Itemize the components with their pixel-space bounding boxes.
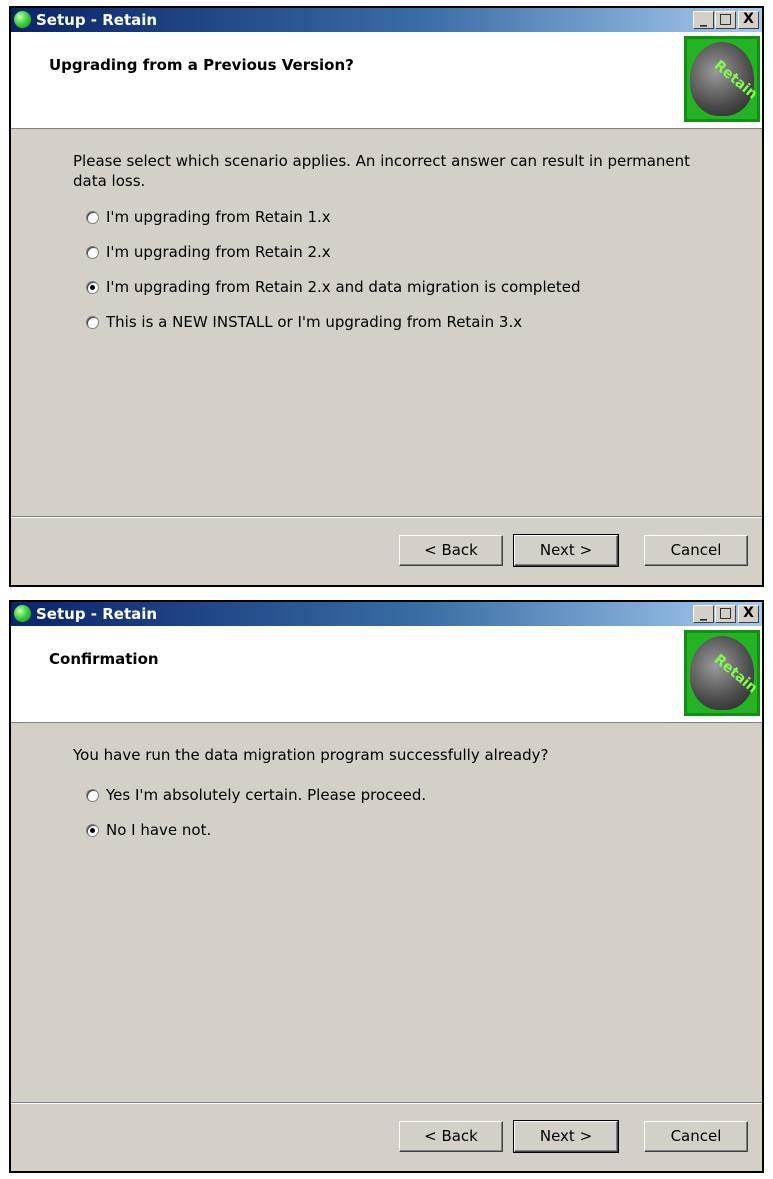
minimize-button[interactable]: _ bbox=[693, 605, 714, 623]
wizard-header: Confirmation Retain bbox=[11, 626, 762, 723]
next-button[interactable]: Next > bbox=[513, 1120, 619, 1153]
setup-window-confirmation: Setup - Retain _ □ X Confirmation Retain… bbox=[9, 600, 764, 1173]
option-no[interactable]: No I have not. bbox=[86, 820, 211, 840]
logo-text: Retain bbox=[710, 651, 761, 697]
minimize-button[interactable]: _ bbox=[693, 11, 714, 29]
close-button[interactable]: X bbox=[738, 11, 759, 29]
setup-app-icon bbox=[14, 11, 31, 28]
close-button[interactable]: X bbox=[738, 605, 759, 623]
option-label: No I have not. bbox=[106, 821, 212, 839]
setup-window-upgrade: Setup - Retain _ □ X Upgrading from a Pr… bbox=[9, 6, 764, 587]
radio-button[interactable] bbox=[86, 245, 99, 259]
radio-button[interactable] bbox=[86, 315, 99, 329]
title-bar[interactable]: Setup - Retain _ □ X bbox=[11, 602, 762, 626]
option-retain-2x-migrated[interactable]: I'm upgrading from Retain 2.x and data m… bbox=[86, 277, 581, 297]
title-bar[interactable]: Setup - Retain _ □ X bbox=[11, 8, 762, 32]
maximize-button[interactable]: □ bbox=[715, 11, 736, 29]
page-title: Upgrading from a Previous Version? bbox=[49, 56, 354, 74]
radio-button[interactable] bbox=[86, 210, 99, 224]
retain-logo: Retain bbox=[684, 630, 760, 716]
page-title: Confirmation bbox=[49, 650, 159, 668]
prompt-text: Please select which scenario applies. An… bbox=[73, 152, 691, 190]
window-title: Setup - Retain bbox=[36, 605, 158, 623]
option-label: I'm upgrading from Retain 1.x bbox=[106, 208, 331, 226]
logo-text: Retain bbox=[710, 57, 761, 103]
prompt-text: You have run the data migration program … bbox=[73, 746, 549, 764]
option-retain-2x[interactable]: I'm upgrading from Retain 2.x bbox=[86, 242, 331, 262]
retain-logo-bug-icon: Retain bbox=[690, 42, 760, 116]
retain-logo: Retain bbox=[684, 36, 760, 122]
setup-app-icon bbox=[14, 605, 31, 622]
next-button[interactable]: Next > bbox=[513, 534, 619, 567]
back-button[interactable]: < Back bbox=[399, 535, 503, 566]
option-yes-proceed[interactable]: Yes I'm absolutely certain. Please proce… bbox=[86, 785, 426, 805]
option-label: I'm upgrading from Retain 2.x bbox=[106, 243, 331, 261]
option-label: I'm upgrading from Retain 2.x and data m… bbox=[106, 278, 581, 296]
cancel-button[interactable]: Cancel bbox=[644, 535, 748, 566]
back-button[interactable]: < Back bbox=[399, 1121, 503, 1152]
window-title: Setup - Retain bbox=[36, 11, 158, 29]
maximize-button[interactable]: □ bbox=[715, 605, 736, 623]
radio-button-selected[interactable] bbox=[86, 280, 99, 294]
radio-button-selected[interactable] bbox=[86, 823, 99, 837]
option-retain-1x[interactable]: I'm upgrading from Retain 1.x bbox=[86, 207, 331, 227]
footer-divider bbox=[11, 516, 762, 518]
wizard-header: Upgrading from a Previous Version? Retai… bbox=[11, 32, 762, 129]
option-new-install[interactable]: This is a NEW INSTALL or I'm upgrading f… bbox=[86, 312, 522, 332]
cancel-button[interactable]: Cancel bbox=[644, 1121, 748, 1152]
retain-logo-bug-icon: Retain bbox=[690, 636, 760, 710]
option-label: This is a NEW INSTALL or I'm upgrading f… bbox=[106, 313, 523, 331]
option-label: Yes I'm absolutely certain. Please proce… bbox=[106, 786, 427, 804]
footer-divider bbox=[11, 1102, 762, 1104]
radio-button[interactable] bbox=[86, 788, 99, 802]
